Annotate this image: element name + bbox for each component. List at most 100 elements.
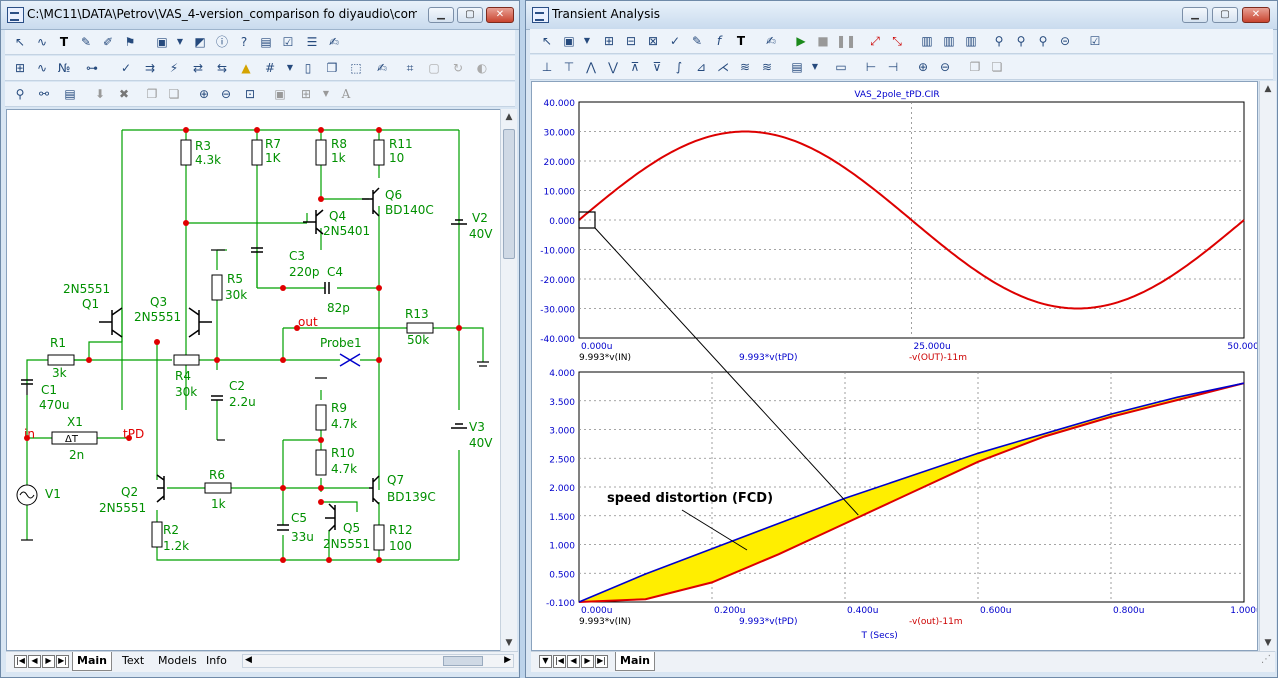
select-region-icon[interactable]: ⬚ (347, 59, 365, 77)
text-tool-icon[interactable]: T (732, 32, 750, 50)
scroll-right-icon[interactable]: ▶ (504, 655, 511, 665)
global-low-icon[interactable]: ⋌ (714, 58, 732, 76)
page-icon[interactable]: ▭ (832, 58, 850, 76)
next-peak-icon[interactable]: ⊥ (538, 58, 556, 76)
warning-icon[interactable]: ▲ (237, 59, 255, 77)
down-icon[interactable]: ⬇ (91, 85, 109, 103)
column-1-icon[interactable]: ▥ (918, 32, 936, 50)
scroll-thumb-horizontal[interactable] (443, 656, 483, 666)
rotate-icon[interactable]: ↻ (449, 59, 467, 77)
pin-icon[interactable]: ⊶ (83, 59, 101, 77)
scroll-down-icon[interactable]: ▼ (1260, 635, 1276, 651)
search-2-icon[interactable]: ⚲ (1012, 32, 1030, 50)
schematic-titlebar[interactable]: C:\MC11\DATA\Petrov\VAS_4-version_compar… (1, 1, 519, 30)
cursor-mode-2-icon[interactable]: ⤡ (888, 32, 906, 50)
component-icon[interactable]: ▣ (560, 32, 578, 50)
stop-icon[interactable]: ✖ (115, 85, 133, 103)
blank-icon[interactable]: ▢ (425, 59, 443, 77)
run-icon[interactable]: ▶ (792, 32, 810, 50)
properties-icon[interactable]: ✍ (325, 33, 343, 51)
tab-main[interactable]: Main (72, 652, 112, 671)
close-button[interactable]: ✕ (1242, 7, 1270, 23)
zoom-out-icon[interactable]: ⊖ (217, 85, 235, 103)
options-icon[interactable]: ☑ (1086, 32, 1104, 50)
dropdown-icon[interactable]: ▼ (578, 32, 596, 50)
properties-icon[interactable]: ✍ (373, 59, 391, 77)
stop-icon[interactable]: ■ (814, 32, 832, 50)
duplicate-icon[interactable]: ❐ (966, 58, 984, 76)
resize-grip-icon[interactable]: ⋰ (1261, 654, 1271, 665)
node-numbers-icon[interactable]: № (55, 59, 73, 77)
prev-page-icon[interactable]: ◀ (28, 655, 41, 668)
cursor-mode-icon[interactable]: ⤢ (866, 32, 884, 50)
pen-icon[interactable]: ✎ (688, 32, 706, 50)
zoom-out-icon[interactable]: ⊖ (936, 58, 954, 76)
schematic-canvas[interactable]: ΔT R3 4.3k R7 1K R8 1k R11 10 Q6 BD140C Q4 2N5401 V2… (6, 109, 502, 651)
tab-info[interactable]: Info (202, 652, 231, 670)
minimize-button[interactable]: ▁ (1182, 7, 1208, 23)
clipboard-icon[interactable]: ▤ (788, 58, 806, 76)
global-high-icon[interactable]: ⊿ (692, 58, 710, 76)
scroll-thumb[interactable] (503, 129, 515, 259)
search-3-icon[interactable]: ⚲ (1034, 32, 1052, 50)
node-voltage-icon[interactable]: ∿ (33, 59, 51, 77)
page-icon[interactable]: ▯ (299, 59, 317, 77)
select-arrow-icon[interactable]: ↖ (538, 32, 556, 50)
close-button[interactable]: ✕ (486, 7, 514, 23)
search-icon[interactable]: ⚲ (990, 32, 1008, 50)
prev-page-icon[interactable]: ◀ (567, 655, 580, 668)
list-icon[interactable]: ☰ (303, 33, 321, 51)
graph-icon[interactable]: ⊟ (622, 32, 640, 50)
fit-icon[interactable]: ⊢ (862, 58, 880, 76)
last-page-icon[interactable]: ▶| (595, 655, 608, 668)
scroll-up-icon[interactable]: ▲ (1260, 81, 1276, 97)
tab-models[interactable]: Models (154, 652, 201, 670)
analysis-vertical-scrollbar[interactable]: ▲ ▼ (1259, 81, 1276, 651)
dropdown-icon[interactable]: ▼ (317, 85, 335, 103)
wire-icon[interactable]: ∿ (33, 33, 51, 51)
camera-icon[interactable]: ▣ (271, 85, 289, 103)
properties-icon[interactable]: ✍ (762, 32, 780, 50)
grid-icon[interactable]: # (261, 59, 279, 77)
binoculars-icon[interactable]: ⚯ (35, 85, 53, 103)
peak-icon[interactable]: ⋀ (582, 58, 600, 76)
mirror-icon[interactable]: ◐ (473, 59, 491, 77)
tag-icon[interactable]: ✓ (666, 32, 684, 50)
maximize-button[interactable]: ▢ (1212, 7, 1238, 23)
zoom-in-icon[interactable]: ⊕ (195, 85, 213, 103)
component-icon[interactable]: ▣ (153, 33, 171, 51)
scroll-down-icon[interactable]: ▼ (501, 635, 517, 651)
scroll-up-icon[interactable]: ▲ (501, 109, 517, 125)
column-3-icon[interactable]: ▥ (962, 32, 980, 50)
tab-main[interactable]: Main (615, 652, 655, 671)
help-icon[interactable]: ? (235, 33, 253, 51)
horizontal-scrollbar[interactable]: ◀ ▶ (242, 654, 514, 668)
next-valley-icon[interactable]: ⊤ (560, 58, 578, 76)
minimize-button[interactable]: ▁ (428, 7, 454, 23)
bottom-icon[interactable]: ≋ (758, 58, 776, 76)
zoom-fit-icon[interactable]: ⊡ (241, 85, 259, 103)
paste-icon[interactable]: ❏ (988, 58, 1006, 76)
paste-icon[interactable]: ❏ (165, 85, 183, 103)
valley-icon[interactable]: ⋁ (604, 58, 622, 76)
tab-text[interactable]: Text (118, 652, 148, 670)
first-page-icon[interactable]: |◀ (14, 655, 27, 668)
eraser-icon[interactable]: ◩ (191, 33, 209, 51)
options-icon[interactable]: ☑ (279, 33, 297, 51)
copy-page-icon[interactable]: ❐ (323, 59, 341, 77)
find-icon[interactable]: ⚲ (11, 85, 29, 103)
brush-icon[interactable]: ✐ (99, 33, 117, 51)
low-icon[interactable]: ⊽ (648, 58, 666, 76)
next-page-icon[interactable]: ▶ (42, 655, 55, 668)
duplicate-icon[interactable]: ❐ (143, 85, 161, 103)
last-page-icon[interactable]: ▶| (56, 655, 69, 668)
inflection-icon[interactable]: ∫ (670, 58, 688, 76)
formula-icon[interactable]: f (710, 32, 728, 50)
check-icon[interactable]: ✓ (117, 59, 135, 77)
scroll-left-icon[interactable]: ◀ (245, 655, 252, 665)
dropdown-icon[interactable]: ▼ (806, 58, 824, 76)
analysis-titlebar[interactable]: Transient Analysis ▁ ▢ ✕ (526, 1, 1277, 30)
text-font-icon[interactable]: A (337, 85, 355, 103)
zoom-in-icon[interactable]: ⊕ (914, 58, 932, 76)
frame-icon[interactable]: ⌗ (401, 59, 419, 77)
